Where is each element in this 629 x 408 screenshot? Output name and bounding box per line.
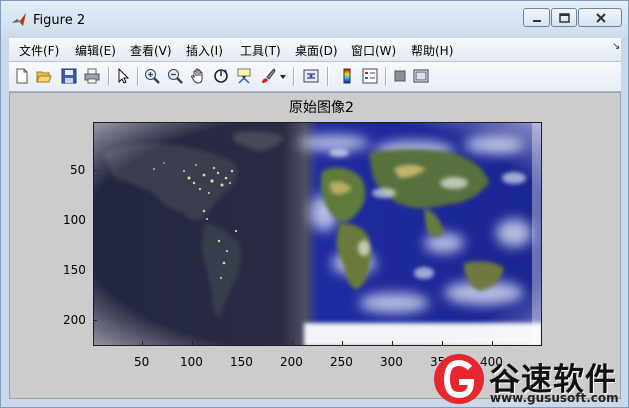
plot-title-container: 原始图像2	[0, 97, 629, 117]
y-tick-mark	[93, 320, 97, 321]
toolbar-separator	[137, 67, 139, 86]
toolbar-separator	[385, 67, 387, 86]
y-tick-label: 150	[63, 263, 86, 277]
new-figure-icon[interactable]	[14, 68, 30, 84]
image-axes[interactable]	[93, 122, 542, 346]
save-icon[interactable]	[61, 68, 77, 84]
world-map-image	[94, 123, 541, 345]
pan-hand-icon[interactable]	[190, 68, 206, 84]
y-tick-label: 200	[63, 313, 86, 327]
x-tick-label: 100	[180, 355, 203, 369]
open-file-icon[interactable]	[36, 68, 52, 84]
show-plot-tools-icon[interactable]	[413, 68, 429, 84]
menu-tools[interactable]: 工具(T)	[240, 42, 281, 59]
matlab-logo-icon	[12, 13, 26, 26]
menu-insert[interactable]: 插入(I)	[186, 42, 223, 59]
restore-icon	[559, 13, 570, 23]
y-tick-mark	[93, 220, 97, 221]
data-cursor-icon[interactable]	[236, 68, 252, 84]
x-tick-mark	[342, 341, 343, 345]
menu-view[interactable]: 查看(V)	[130, 42, 172, 59]
toolbar-separator	[108, 67, 110, 86]
x-tick-mark	[292, 341, 293, 345]
colorbar-icon[interactable]	[339, 68, 355, 84]
link-plot-icon[interactable]	[303, 68, 319, 84]
toolbar-separator	[293, 67, 295, 86]
toolbar-separator	[327, 67, 329, 86]
minimize-icon	[533, 20, 541, 22]
title-bar[interactable]: Figure 2	[1, 1, 628, 37]
x-tick-mark	[192, 341, 193, 345]
x-tick-mark	[492, 341, 493, 345]
maximize-button[interactable]	[551, 8, 577, 27]
menu-edit[interactable]: 编辑(E)	[75, 42, 116, 59]
tool-bar	[9, 62, 621, 92]
x-tick-mark	[242, 341, 243, 345]
x-tick-mark	[142, 341, 143, 345]
y-tick-label: 50	[70, 163, 86, 177]
brand-logo-icon	[434, 354, 484, 404]
menu-desktop[interactable]: 桌面(D)	[295, 42, 338, 59]
brush-icon[interactable]	[260, 68, 276, 84]
x-tick-label: 200	[280, 355, 303, 369]
zoom-out-icon[interactable]	[167, 68, 183, 84]
menu-help[interactable]: 帮助(H)	[411, 42, 453, 59]
watermark: 谷速软件 www.gususoft.com	[428, 350, 629, 408]
hide-plot-tools-icon[interactable]	[392, 68, 408, 84]
close-button[interactable]	[578, 8, 622, 27]
chevron-arrow-icon[interactable]: ↘	[612, 41, 620, 52]
window-title: Figure 2	[33, 13, 86, 28]
brush-dropdown-icon[interactable]	[278, 68, 288, 84]
rotate-3d-icon[interactable]	[213, 68, 229, 84]
menu-window[interactable]: 窗口(W)	[351, 42, 396, 59]
print-icon[interactable]	[84, 68, 100, 84]
pointer-icon[interactable]	[115, 68, 131, 84]
y-tick-mark	[93, 170, 97, 171]
minimize-button[interactable]	[523, 8, 550, 27]
x-tick-mark	[442, 341, 443, 345]
x-tick-label: 50	[134, 355, 150, 369]
x-tick-label: 300	[380, 355, 403, 369]
watermark-url: www.gususoft.com	[490, 391, 619, 405]
x-tick-label: 150	[230, 355, 253, 369]
y-tick-mark	[93, 270, 97, 271]
zoom-in-icon[interactable]	[144, 68, 160, 84]
close-icon	[596, 13, 606, 23]
legend-icon[interactable]	[362, 68, 378, 84]
menu-file[interactable]: 文件(F)	[19, 42, 59, 59]
x-tick-label: 250	[330, 355, 353, 369]
x-tick-mark	[392, 341, 393, 345]
menu-bar: 文件(F) 编辑(E) 查看(V) 插入(I) 工具(T) 桌面(D) 窗口(W…	[9, 38, 621, 62]
y-tick-label: 100	[63, 213, 86, 227]
plot-title: 原始图像2	[289, 100, 354, 116]
